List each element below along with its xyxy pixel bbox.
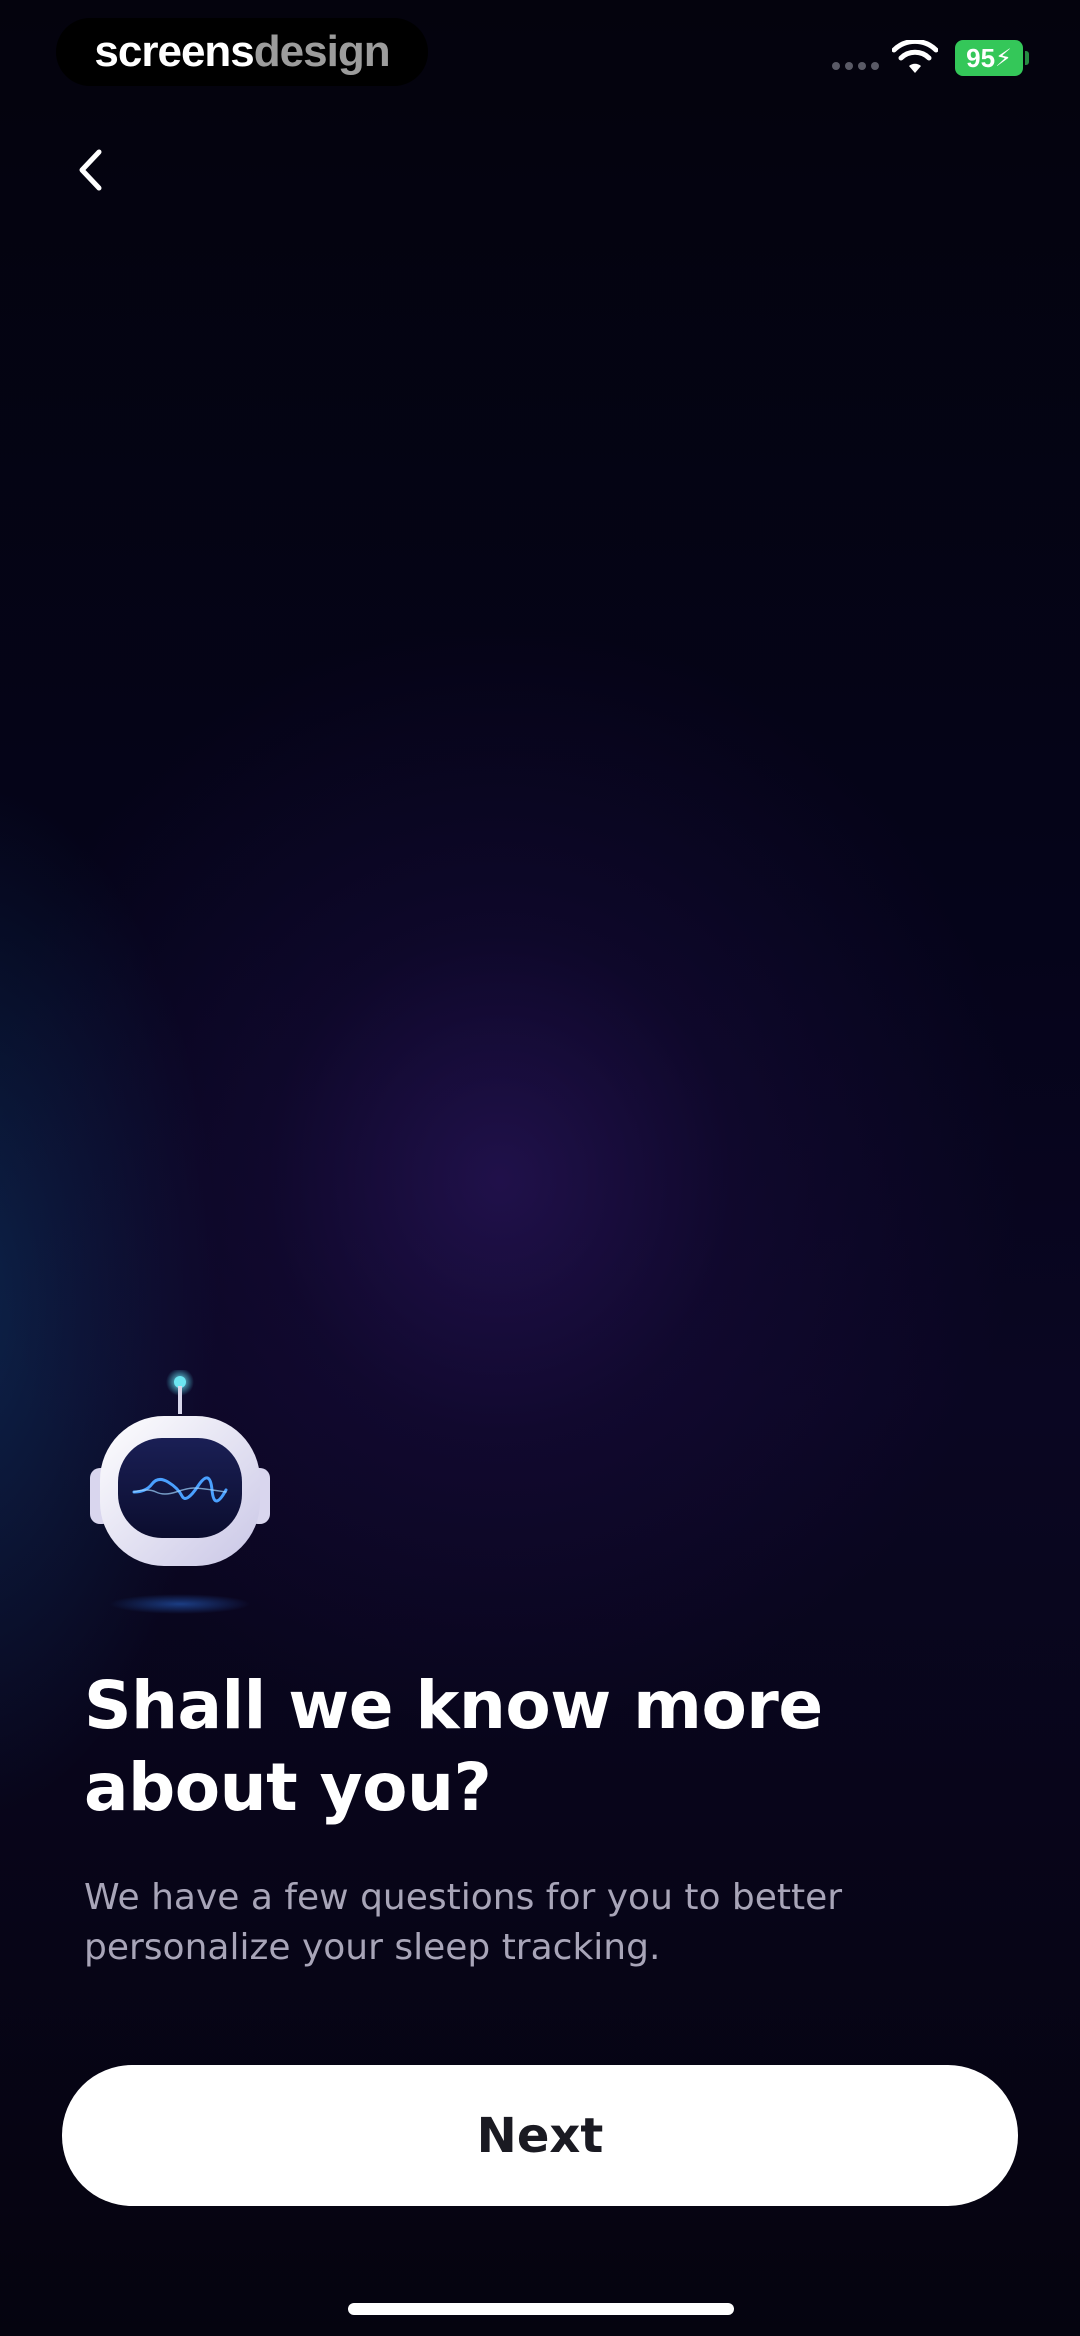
chevron-left-icon bbox=[79, 149, 102, 191]
brand-watermark: screensdesign bbox=[56, 18, 428, 86]
battery-level: 95 bbox=[966, 42, 996, 73]
brand-secondary: design bbox=[253, 27, 391, 76]
next-button[interactable]: Next bbox=[62, 2065, 1018, 2206]
brand-primary: screens bbox=[94, 27, 254, 76]
status-bar: screensdesign 95 ⚡ bbox=[0, 0, 1080, 110]
next-button-label: Next bbox=[476, 2107, 604, 2164]
page-title: Shall we know more about you? bbox=[84, 1667, 823, 1826]
robot-mascot-icon bbox=[90, 1370, 270, 1614]
brand-text: screensdesign bbox=[94, 27, 391, 77]
wifi-icon bbox=[892, 40, 938, 73]
charging-bolt-icon: ⚡ bbox=[995, 44, 1012, 72]
onboarding-screen: screensdesign 95 ⚡ Shall we know more ab… bbox=[0, 0, 1080, 2336]
battery-indicator: 95 ⚡ bbox=[955, 40, 1023, 76]
battery-tip bbox=[1025, 51, 1029, 65]
home-indicator[interactable] bbox=[348, 2303, 734, 2315]
page-subtitle: We have a few questions for you to bette… bbox=[84, 1877, 843, 1968]
cellular-signal-icon bbox=[832, 62, 879, 70]
back-button[interactable] bbox=[60, 140, 120, 200]
